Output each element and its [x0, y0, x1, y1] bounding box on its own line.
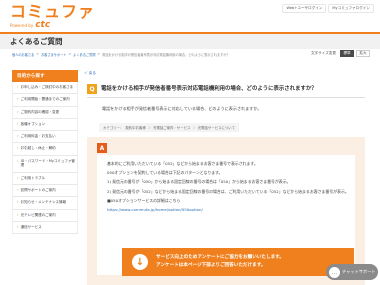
sidebar-item-label: 各種オプション — [20, 121, 46, 126]
title-bar: よくあるご質問 — [0, 34, 380, 49]
sidebar-item-label: お知らせ・メンテナンス情報 — [20, 200, 66, 205]
breadcrumb-separator: > — [68, 52, 72, 56]
answer-paragraph: ■050オプションサービスの詳細はこちら — [107, 197, 181, 203]
font-size-standard-button[interactable]: 標準 — [340, 50, 354, 57]
logo-brand: ctc — [35, 20, 51, 30]
answer-badge: A — [97, 143, 107, 153]
sidebar-item-label: 訪問サポートのご案内 — [20, 188, 56, 193]
site-header: コミュファ Powered by ctc Web+ユーザログイン Myコミュファ… — [0, 0, 380, 34]
sidebar-item[interactable]: › ご利用開始・開通までのご案内 — [12, 94, 78, 107]
category-item[interactable]: 光電話ご案内・サービス — [153, 125, 190, 130]
question-divider — [87, 97, 365, 98]
sidebar-item[interactable]: › ご利用トラブル — [12, 172, 78, 186]
font-size-control: 文字サイズ変更 標準 拡大 — [311, 50, 370, 57]
chevron-right-icon: › — [17, 108, 19, 114]
chevron-right-icon: › — [17, 84, 19, 89]
category-item[interactable]: 光電話サービスについて — [198, 125, 235, 130]
chevron-right-icon: › — [17, 174, 19, 180]
answer-paragraph: 2) 発信元の番号が「052」などから始まる固定回線の番号の場合は、ご利用いただ… — [107, 188, 349, 194]
sidebar-item-label: ID・パスワード・Myコミュファ管理 — [20, 158, 75, 168]
sidebar-item[interactable]: › お知らせ・メンテナンス情報 — [12, 197, 78, 210]
breadcrumb-item[interactable]: 個人のお客さま — [12, 52, 34, 57]
sidebar-item[interactable]: › お申し込み・ご検討中のお客さま — [12, 82, 78, 95]
sidebar-item-label: お引越し・休止・解約 — [20, 146, 56, 151]
sidebar-item[interactable]: › 訪問サポートのご案内 — [12, 185, 78, 198]
back-link[interactable]: ＜ 戻る — [84, 71, 368, 76]
answer-paragraph: 1) 発信元の番号が「050」から始まる固定回線の番号の場合は「050」から始ま… — [107, 179, 291, 185]
arrow-down-icon: ↓ — [132, 254, 148, 270]
sidebar-item[interactable]: › ご契約内容の確認・変更 — [12, 106, 78, 119]
category-label: カテゴリー： — [103, 126, 124, 130]
survey-banner[interactable]: ↓ サービス向上のためアンケートにご協力をお願いいたします。 アンケートは本ペー… — [122, 248, 354, 276]
question-text: 電話をかける相手が発信者番号表示対応電話機利用の場合、どのように表示されますか？ — [101, 86, 317, 92]
font-size-large-button[interactable]: 拡大 — [356, 50, 370, 57]
page-title: よくあるご質問 — [10, 37, 63, 46]
chevron-right-icon: › — [17, 199, 19, 205]
survey-text-block: サービス向上のためアンケートにご協力をお願いいたします。 アンケートは本ページ下… — [156, 254, 284, 270]
breadcrumb-item[interactable]: お客さまサポート — [41, 52, 67, 57]
question-badge: Q — [87, 84, 97, 94]
chat-support-button[interactable]: … チャットサポート — [326, 264, 378, 280]
header-links: Web+ユーザログイン Myコミュファログイン — [282, 4, 374, 13]
chevron-right-icon: › — [17, 223, 19, 229]
answer-paragraph: 050オプションを契約している場合は下記のパターンとなります。 — [107, 170, 223, 176]
sidebar: 目的から探す › お申し込み・ご検討中のお客さま › ご利用開始・開通までのご案内 … — [12, 70, 78, 235]
question-heading: Q 電話をかける相手が発信者番号表示対応電話機利用の場合、どのように表示されます… — [87, 84, 365, 94]
breadcrumb-separator: > — [36, 52, 39, 56]
category-path: カテゴリー： 契約中お客様 ＞ 光電話ご案内・サービス ＞ 光電話サービスについ… — [99, 123, 239, 132]
chat-bubble-icon: … — [329, 266, 340, 278]
sidebar-item[interactable]: › 光テレビ関連のご案内 — [12, 209, 78, 222]
chevron-right-icon: › — [17, 96, 19, 102]
font-size-label: 文字サイズ変更 — [310, 51, 336, 55]
chevron-right-icon: › — [17, 211, 19, 217]
logo-powered-by: Powered by ctc — [10, 20, 95, 30]
category-separator: ＞ — [147, 126, 152, 130]
sidebar-item[interactable]: › ご利用料金・お支払い — [12, 131, 78, 144]
logo-powered-label: Powered by — [10, 23, 34, 28]
sidebar-item-label: ご利用料金・お支払い — [20, 134, 56, 139]
breadcrumb-item[interactable]: よくあるご質問 — [73, 52, 95, 57]
breadcrumb-current: 電話をかける相手が発信者番号表示対応電話機利用の場合、どのように表示されますか？ — [102, 53, 230, 57]
sidebar-item-label: 光テレビ関連のご案内 — [20, 212, 56, 217]
category-item[interactable]: 契約中お客様 — [125, 125, 145, 130]
sidebar-item-label: 通信サービス — [20, 224, 42, 229]
sidebar-item[interactable]: › 各種オプション — [12, 118, 78, 132]
chat-support-label: チャットサポート — [342, 269, 376, 274]
sidebar-item[interactable]: › ID・パスワード・Myコミュファ管理 — [12, 155, 78, 173]
chevron-right-icon: › — [17, 157, 19, 163]
header-divider — [0, 32, 380, 34]
webplus-login-link[interactable]: Web+ユーザログイン — [282, 4, 327, 13]
survey-line: アンケートは本ページ下部よりご回答いただけます。 — [156, 263, 266, 268]
breadcrumb: 個人のお客さま > お客さまサポート > よくあるご質問 > 電話をかける相手が… — [12, 52, 230, 57]
sidebar-item-label: ご契約内容の確認・変更 — [20, 109, 60, 114]
sidebar-heading: 目的から探す — [12, 70, 78, 82]
sidebar-item[interactable]: › 通信サービス — [12, 221, 78, 235]
category-separator: ＞ — [192, 126, 196, 130]
survey-line: サービス向上のためアンケートにご協力をお願いいたします。 — [156, 255, 284, 260]
chevron-right-icon: › — [17, 187, 19, 193]
sidebar-item-label: ご利用トラブル — [20, 175, 46, 180]
logo-text: コミュファ — [10, 2, 96, 21]
breadcrumb-separator: > — [97, 52, 101, 56]
chevron-right-icon: › — [17, 133, 19, 139]
sidebar-item-label: お申し込み・ご検討中のお客さま — [20, 85, 74, 89]
question-detail: 電話をかける相手が発信者番号表示に対応している場合、どのように表示されますか。 — [102, 106, 262, 111]
commufa-logo[interactable]: コミュファ Powered by ctc — [10, 2, 96, 31]
chevron-right-icon: › — [17, 120, 19, 126]
sidebar-item-label: ご利用開始・開通までのご案内 — [20, 97, 70, 102]
breadcrumb-row: 個人のお客さま > お客さまサポート > よくあるご質問 > 電話をかける相手が… — [0, 49, 380, 58]
answer-link[interactable]: https://www.commufa.jp/home/option/050op… — [107, 207, 345, 213]
chevron-right-icon: › — [17, 145, 19, 151]
sidebar-item[interactable]: › お引越し・休止・解約 — [12, 143, 78, 156]
answer-paragraph: 基本的にご利用いただいている「052」などから始まるお客さま番号で表示されます。 — [107, 161, 258, 166]
mycommufa-login-link[interactable]: Myコミュファログイン — [328, 4, 374, 13]
